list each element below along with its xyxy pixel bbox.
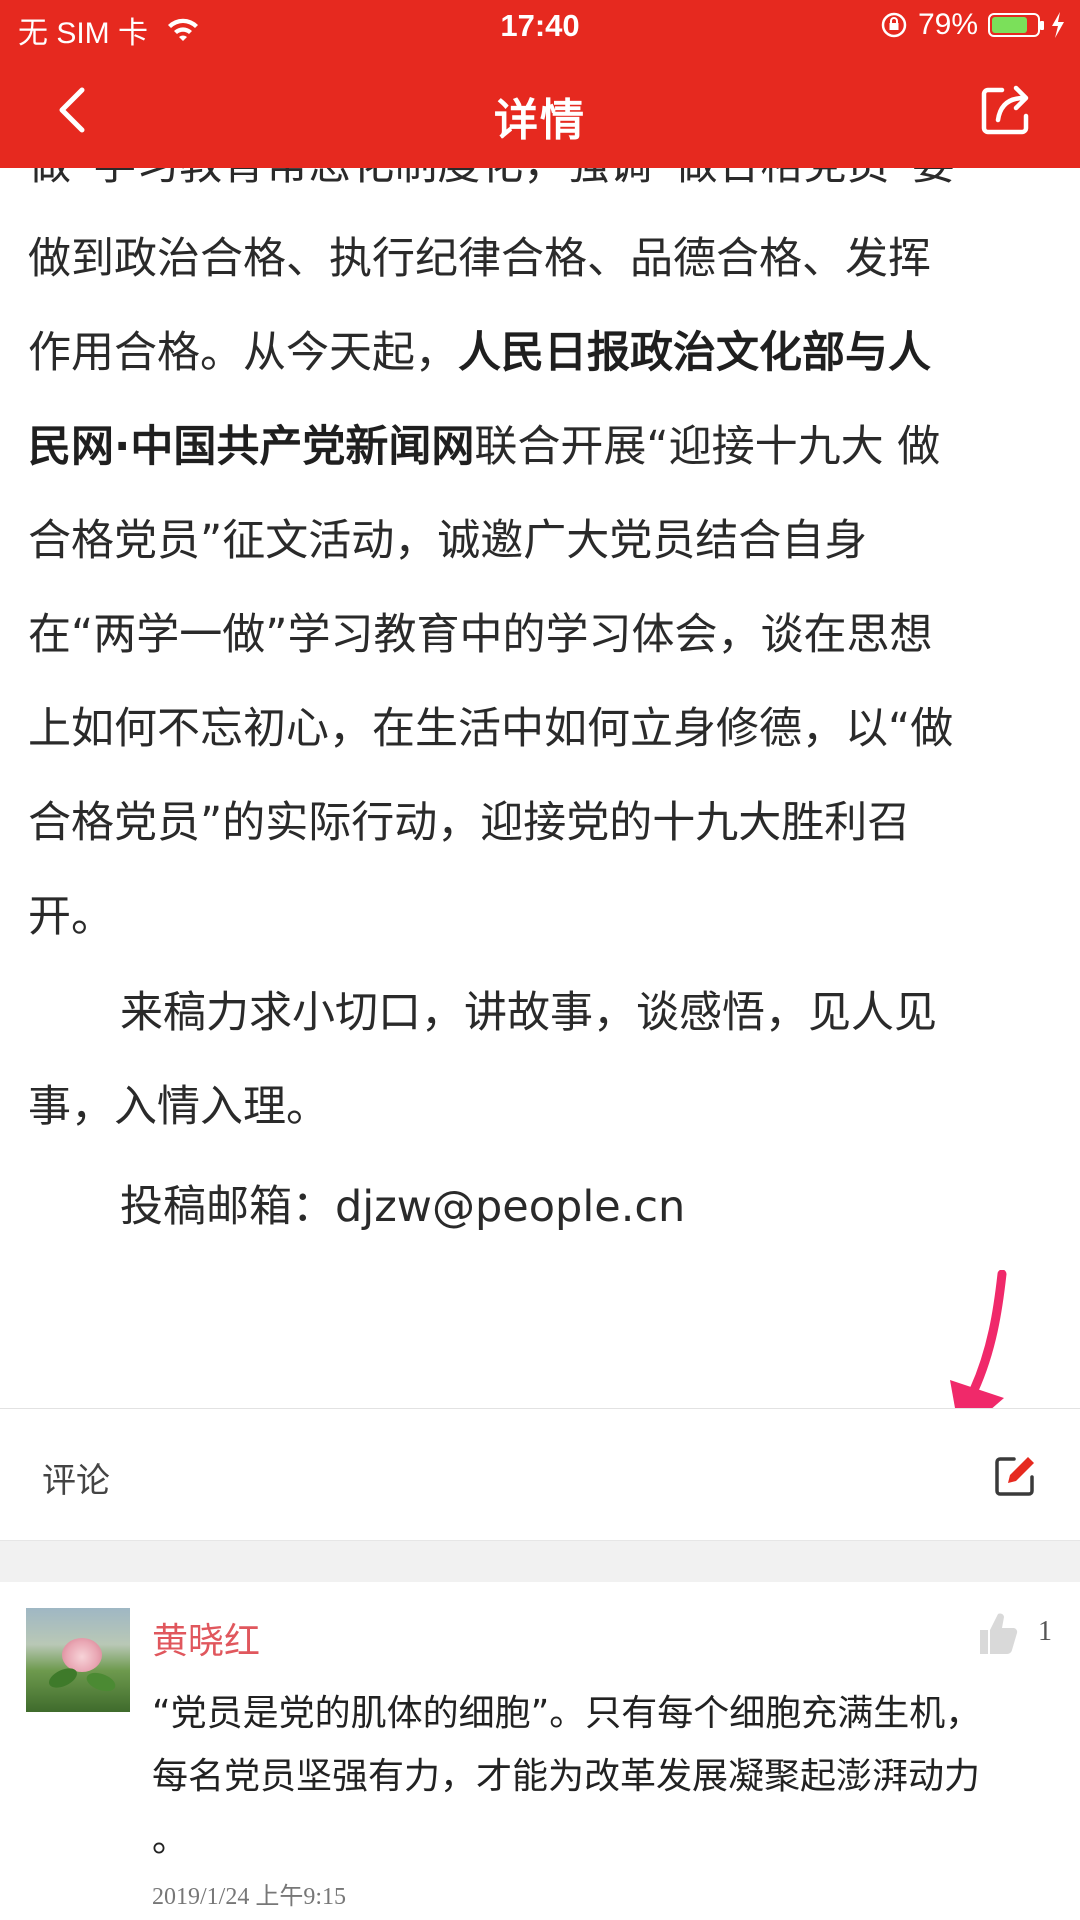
- charging-bolt-icon: [1052, 12, 1064, 38]
- article-line-cut: 做“学习教育常态化制度化，强调“做合格党员”要: [28, 168, 1052, 212]
- article-text: 作用合格。从今天起，: [28, 328, 458, 378]
- submission-email[interactable]: 投稿邮箱：djzw@people.cn: [28, 1160, 1052, 1254]
- comments-label: 评论: [42, 1461, 110, 1501]
- share-button[interactable]: [976, 80, 1036, 140]
- article-line: 做到政治合格、执行纪律合格、品德合格、发挥: [28, 234, 931, 284]
- thumbs-up-icon[interactable]: [976, 1610, 1018, 1656]
- article-line: 开。: [28, 892, 114, 942]
- article-text: 联合开展“迎接十九大 做: [474, 422, 941, 472]
- article-line: 上如何不忘初心，在生活中如何立身修德，以“做: [28, 704, 954, 754]
- article-line: 合格党员”的实际行动，迎接党的十九大胜利召: [28, 798, 911, 848]
- like-count: 1: [1038, 1616, 1052, 1647]
- page-title: 详情: [494, 95, 586, 146]
- comment-text: “党员是党的肌体的细胞”。只有每个细胞充满生机， 每名党员坚强有力，才能为改革发…: [152, 1682, 1062, 1871]
- status-bar: 无 SIM 卡 17:40 79%: [0, 0, 1080, 56]
- article-line: 合格党员”征文活动，诚邀广大党员结合自身: [28, 516, 868, 566]
- article-line: 来稿力求小切口，讲故事，谈感悟，见人见: [120, 988, 937, 1038]
- section-divider: [0, 1540, 1080, 1583]
- article-line: 在“两学一做”学习教育中的学习体会，谈在思想: [28, 610, 933, 660]
- article-body: 做“学习教育常态化制度化，强调“做合格党员”要 做到政治合格、执行纪律合格、品德…: [28, 168, 1052, 1398]
- edit-icon: [995, 1457, 1034, 1496]
- battery-icon: [988, 13, 1044, 37]
- write-comment-button[interactable]: [992, 1453, 1038, 1499]
- avatar[interactable]: [26, 1608, 130, 1712]
- article-line: 事，入情入理。: [28, 1082, 329, 1132]
- comment-item: 黄晓红 1 “党员是党的肌体的细胞”。只有每个细胞充满生机， 每名党员坚强有力，…: [0, 1582, 1080, 1920]
- article-line: 民网·中国共产党新闻网联合开展“迎接十九大 做: [28, 400, 1052, 494]
- comment-text-line: 。: [152, 1819, 189, 1860]
- article-bold-text: 民网·中国共产党新闻网: [28, 422, 475, 472]
- battery-percent: 79%: [917, 8, 978, 41]
- share-icon: [981, 85, 1029, 135]
- comment-timestamp: 2019/1/24 上午9:15: [152, 1884, 347, 1910]
- comment-author[interactable]: 黄晓红: [152, 1612, 260, 1664]
- comment-text-line: “党员是党的肌体的细胞”。只有每个细胞充满生机，: [152, 1693, 982, 1734]
- comment-text-line: 每名党员坚强有力，才能为改革发展凝聚起澎湃动力: [152, 1756, 981, 1797]
- status-right: 79%: [880, 8, 1066, 42]
- article-bold-text: 人民日报政治文化部与人: [458, 328, 931, 378]
- nav-bar: 详情: [0, 56, 1080, 168]
- comments-header: 评论: [0, 1408, 1080, 1541]
- article-line: 作用合格。从今天起，人民日报政治文化部与人: [28, 306, 1052, 400]
- orientation-lock-icon: [881, 12, 907, 38]
